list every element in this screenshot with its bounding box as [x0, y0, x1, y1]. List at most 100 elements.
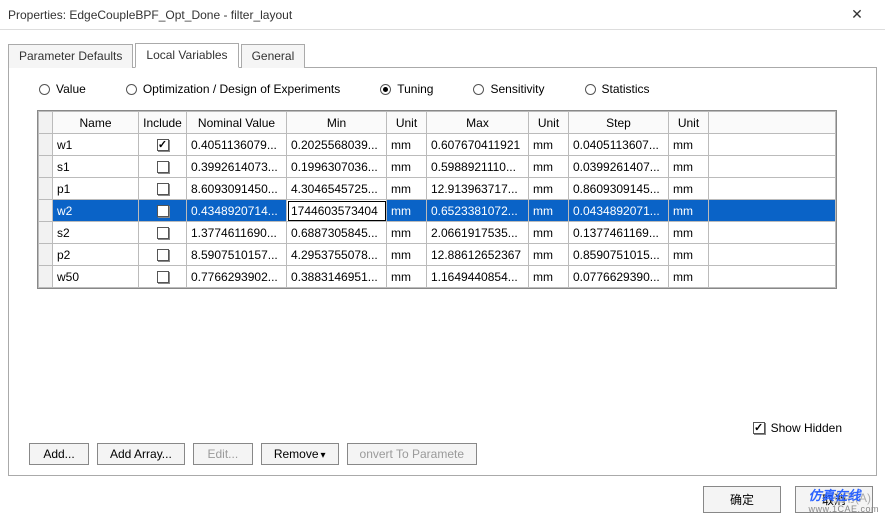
- cell-step[interactable]: 0.0405113607...: [569, 134, 669, 156]
- col-min[interactable]: Min: [287, 112, 387, 134]
- ok-button[interactable]: 确定: [703, 486, 781, 513]
- cell-unit2[interactable]: mm: [529, 178, 569, 200]
- cell-unit1[interactable]: mm: [387, 200, 427, 222]
- tab-general[interactable]: General: [241, 44, 306, 68]
- cell-nominal[interactable]: 1.3774611690...: [187, 222, 287, 244]
- tab-local-variables[interactable]: Local Variables: [135, 43, 238, 68]
- col-unit1[interactable]: Unit: [387, 112, 427, 134]
- col-include[interactable]: Include: [139, 112, 187, 134]
- table-row[interactable]: w20.4348920714...1744603573404mm0.652338…: [39, 200, 836, 222]
- include-checkbox[interactable]: [157, 249, 169, 261]
- cell-name[interactable]: w2: [53, 200, 139, 222]
- checkbox-icon[interactable]: [753, 422, 765, 434]
- cell-nominal[interactable]: 0.4348920714...: [187, 200, 287, 222]
- radio-tuning[interactable]: Tuning: [380, 82, 433, 96]
- cell-unit1[interactable]: mm: [387, 222, 427, 244]
- cell-unit1[interactable]: mm: [387, 134, 427, 156]
- table-row[interactable]: s21.3774611690...0.6887305845...mm2.0661…: [39, 222, 836, 244]
- cell-unit3[interactable]: mm: [669, 222, 709, 244]
- cell-min[interactable]: 4.2953755078...: [287, 244, 387, 266]
- cell-unit1[interactable]: mm: [387, 178, 427, 200]
- table-row[interactable]: s10.3992614073...0.1996307036...mm0.5988…: [39, 156, 836, 178]
- tab-parameter-defaults[interactable]: Parameter Defaults: [8, 44, 133, 68]
- cell-unit3[interactable]: mm: [669, 244, 709, 266]
- radio-value[interactable]: Value: [39, 82, 86, 96]
- cell-unit2[interactable]: mm: [529, 222, 569, 244]
- row-handle[interactable]: [39, 134, 53, 156]
- row-handle[interactable]: [39, 244, 53, 266]
- cell-unit2[interactable]: mm: [529, 134, 569, 156]
- add-array-button[interactable]: Add Array...: [97, 443, 185, 465]
- cell-nominal[interactable]: 0.7766293902...: [187, 266, 287, 288]
- cell-unit2[interactable]: mm: [529, 244, 569, 266]
- cell-include[interactable]: [139, 266, 187, 288]
- row-handle[interactable]: [39, 178, 53, 200]
- cell-step[interactable]: 0.0776629390...: [569, 266, 669, 288]
- col-name[interactable]: Name: [53, 112, 139, 134]
- include-checkbox[interactable]: [157, 161, 169, 173]
- cell-name[interactable]: p2: [53, 244, 139, 266]
- include-checkbox[interactable]: [157, 205, 169, 217]
- variables-grid[interactable]: Name Include Nominal Value Min Unit Max …: [37, 110, 837, 289]
- cell-max[interactable]: 0.607670411921: [427, 134, 529, 156]
- convert-button[interactable]: onvert To Paramete: [347, 443, 478, 465]
- cell-min[interactable]: 1744603573404: [287, 200, 387, 222]
- show-hidden-checkbox[interactable]: Show Hidden: [753, 421, 842, 435]
- row-handle[interactable]: [39, 156, 53, 178]
- cell-unit3[interactable]: mm: [669, 200, 709, 222]
- cell-name[interactable]: s1: [53, 156, 139, 178]
- remove-button[interactable]: Remove: [261, 443, 339, 465]
- cell-max[interactable]: 12.88612652367: [427, 244, 529, 266]
- cell-unit3[interactable]: mm: [669, 178, 709, 200]
- cell-include[interactable]: [139, 200, 187, 222]
- cell-max[interactable]: 1.1649440854...: [427, 266, 529, 288]
- close-icon[interactable]: ✕: [837, 6, 877, 23]
- include-checkbox[interactable]: [157, 227, 169, 239]
- cell-nominal[interactable]: 0.3992614073...: [187, 156, 287, 178]
- cell-unit2[interactable]: mm: [529, 266, 569, 288]
- row-handle[interactable]: [39, 200, 53, 222]
- table-row[interactable]: w500.7766293902...0.3883146951...mm1.164…: [39, 266, 836, 288]
- cell-include[interactable]: [139, 222, 187, 244]
- cell-step[interactable]: 0.0399261407...: [569, 156, 669, 178]
- cell-max[interactable]: 0.6523381072...: [427, 200, 529, 222]
- cell-min[interactable]: 0.1996307036...: [287, 156, 387, 178]
- cell-include[interactable]: [139, 134, 187, 156]
- include-checkbox[interactable]: [157, 183, 169, 195]
- cell-nominal[interactable]: 8.5907510157...: [187, 244, 287, 266]
- cell-step[interactable]: 0.8609309145...: [569, 178, 669, 200]
- cell-name[interactable]: w50: [53, 266, 139, 288]
- cell-min[interactable]: 0.3883146951...: [287, 266, 387, 288]
- cell-step[interactable]: 0.0434892071...: [569, 200, 669, 222]
- cell-unit3[interactable]: mm: [669, 266, 709, 288]
- cell-max[interactable]: 12.913963717...: [427, 178, 529, 200]
- edit-button[interactable]: Edit...: [193, 443, 253, 465]
- cell-nominal[interactable]: 8.6093091450...: [187, 178, 287, 200]
- cell-nominal[interactable]: 0.4051136079...: [187, 134, 287, 156]
- table-row[interactable]: w10.4051136079...0.2025568039...mm0.6076…: [39, 134, 836, 156]
- cell-step[interactable]: 0.1377461169...: [569, 222, 669, 244]
- col-unit3[interactable]: Unit: [669, 112, 709, 134]
- row-handle[interactable]: [39, 266, 53, 288]
- cell-unit2[interactable]: mm: [529, 156, 569, 178]
- cell-unit2[interactable]: mm: [529, 200, 569, 222]
- cell-min[interactable]: 0.6887305845...: [287, 222, 387, 244]
- cell-include[interactable]: [139, 178, 187, 200]
- col-step[interactable]: Step: [569, 112, 669, 134]
- cell-name[interactable]: s2: [53, 222, 139, 244]
- col-nominal[interactable]: Nominal Value: [187, 112, 287, 134]
- cell-unit3[interactable]: mm: [669, 156, 709, 178]
- cell-unit1[interactable]: mm: [387, 244, 427, 266]
- include-checkbox[interactable]: [157, 139, 169, 151]
- cell-include[interactable]: [139, 244, 187, 266]
- cell-min[interactable]: 4.3046545725...: [287, 178, 387, 200]
- radio-statistics[interactable]: Statistics: [585, 82, 650, 96]
- row-handle[interactable]: [39, 222, 53, 244]
- cell-max[interactable]: 2.0661917535...: [427, 222, 529, 244]
- cell-unit1[interactable]: mm: [387, 156, 427, 178]
- col-max[interactable]: Max: [427, 112, 529, 134]
- table-row[interactable]: p18.6093091450...4.3046545725...mm12.913…: [39, 178, 836, 200]
- cell-name[interactable]: w1: [53, 134, 139, 156]
- cell-unit1[interactable]: mm: [387, 266, 427, 288]
- table-row[interactable]: p28.5907510157...4.2953755078...mm12.886…: [39, 244, 836, 266]
